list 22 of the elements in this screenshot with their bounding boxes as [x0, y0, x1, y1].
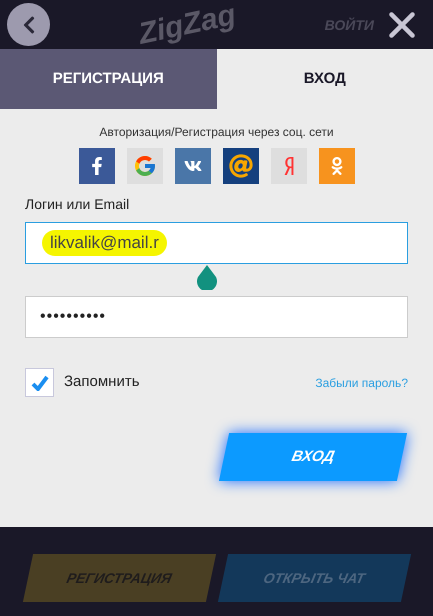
tab[interactable]: РЕГИСТРАЦИЯ [0, 49, 216, 109]
facebook-button[interactable] [78, 148, 114, 184]
forgot-password-link[interactable]: Забыли пароль? [315, 374, 408, 392]
password-value: •••••••••• [40, 307, 106, 327]
google-button[interactable] [126, 148, 162, 184]
back-button[interactable] [7, 3, 50, 46]
tab[interactable]: ВХОД [216, 49, 433, 109]
google-icon [132, 154, 156, 178]
footer-button[interactable]: ОТКРЫТЬ ЧАТ [217, 554, 410, 602]
vk-button[interactable] [174, 148, 210, 184]
login-label: Логин или Email [25, 195, 130, 214]
remember-checkbox[interactable] [25, 368, 54, 397]
yandex-button[interactable] [270, 148, 306, 184]
login-field[interactable]: likvalik@mail.r [25, 222, 408, 264]
mail-button[interactable] [222, 148, 258, 184]
check-icon [30, 374, 48, 390]
remember-label: Запомнить [64, 372, 140, 392]
at-sign-icon [228, 154, 252, 178]
login-value: likvalik@mail.r [42, 230, 167, 256]
login-button[interactable]: ВХОД [218, 433, 408, 481]
password-field[interactable]: •••••••••• [25, 296, 408, 338]
social-caption: Авторизация/Регистрация через соц. сети [98, 124, 335, 141]
